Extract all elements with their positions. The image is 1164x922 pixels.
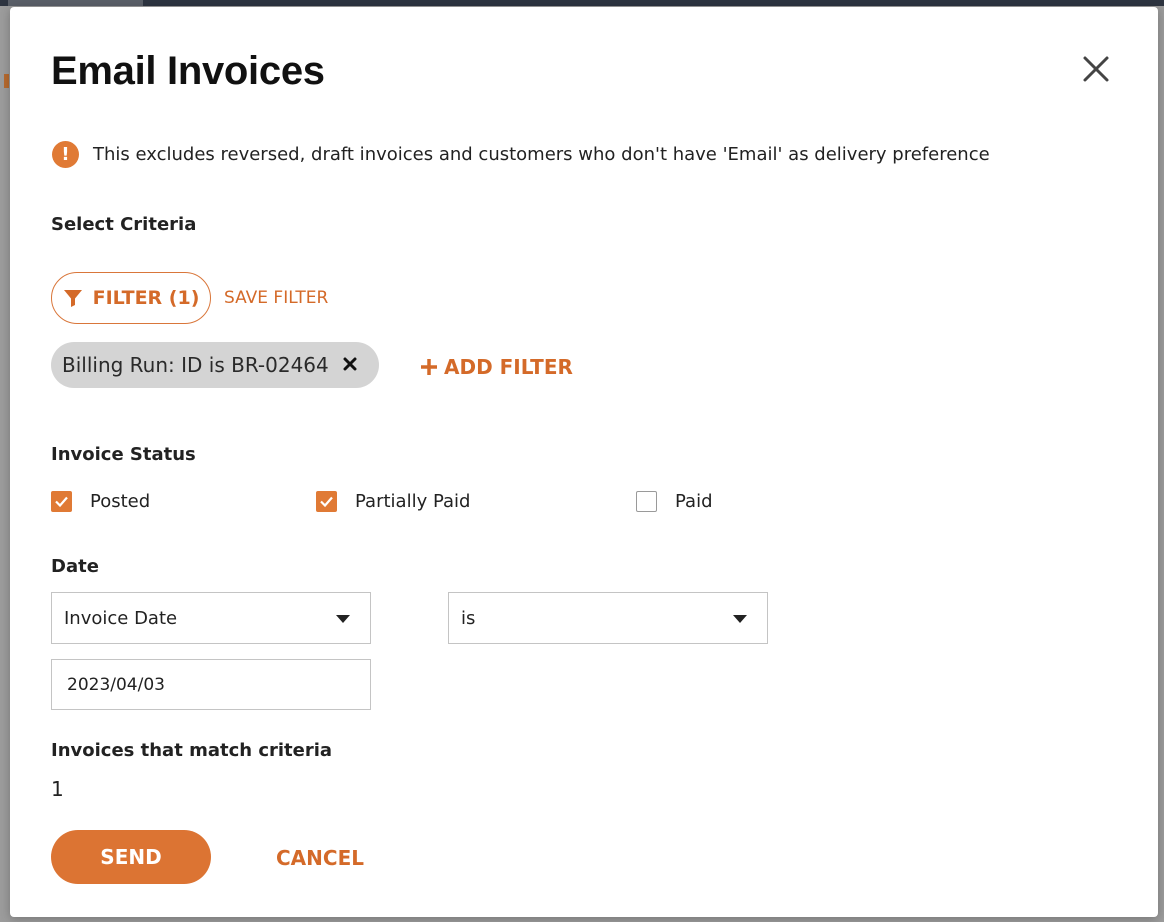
checkbox-paid[interactable]: Paid	[636, 491, 713, 512]
match-count-label: Invoices that match criteria	[51, 740, 333, 761]
background-accent-mark	[4, 74, 9, 88]
funnel-icon	[63, 290, 82, 307]
close-icon	[1083, 56, 1109, 82]
filter-button-label: FILTER (1)	[92, 287, 200, 309]
exclusion-notice: ! This excludes reversed, draft invoices…	[52, 141, 990, 168]
close-button[interactable]	[1080, 53, 1112, 85]
match-count-value: 1	[51, 777, 64, 801]
checkbox-box[interactable]	[636, 491, 657, 512]
save-filter-link[interactable]: SAVE FILTER	[224, 288, 328, 308]
cancel-button[interactable]: CANCEL	[276, 846, 364, 870]
notice-text: This excludes reversed, draft invoices a…	[93, 144, 990, 165]
date-operator-select[interactable]: is	[448, 592, 768, 644]
checkbox-box[interactable]	[51, 491, 72, 512]
checkbox-box[interactable]	[316, 491, 337, 512]
send-button[interactable]: SEND	[51, 830, 211, 884]
checkmark-icon	[320, 496, 333, 508]
checkbox-label: Posted	[90, 491, 151, 512]
email-invoices-modal: Email Invoices ! This excludes reversed,…	[10, 7, 1158, 917]
checkmark-icon	[55, 496, 68, 508]
checkbox-partially-paid[interactable]: Partially Paid	[316, 491, 470, 512]
add-filter-button[interactable]: ADD FILTER	[420, 355, 573, 379]
modal-title: Email Invoices	[51, 49, 325, 93]
plus-icon	[421, 359, 437, 375]
caret-down-icon	[336, 615, 350, 623]
checkbox-label: Partially Paid	[355, 491, 471, 512]
date-field-value: Invoice Date	[64, 607, 178, 629]
filter-button[interactable]: FILTER (1)	[51, 272, 211, 324]
caret-down-icon	[733, 615, 747, 623]
exclamation-circle-icon: !	[52, 141, 79, 168]
invoice-status-label: Invoice Status	[51, 444, 196, 465]
checkbox-posted[interactable]: Posted	[51, 491, 150, 512]
x-icon	[343, 357, 357, 371]
date-field-select[interactable]: Invoice Date	[51, 592, 371, 644]
date-value-input[interactable]	[51, 659, 371, 710]
filter-chip-label: Billing Run: ID is BR-02464	[62, 353, 329, 377]
add-filter-label: ADD FILTER	[444, 355, 573, 379]
date-label: Date	[51, 556, 99, 577]
checkbox-label: Paid	[675, 491, 713, 512]
active-filter-chip: Billing Run: ID is BR-02464	[51, 342, 379, 388]
date-operator-value: is	[461, 607, 476, 629]
select-criteria-label: Select Criteria	[51, 214, 197, 235]
remove-filter-button[interactable]	[343, 354, 357, 376]
